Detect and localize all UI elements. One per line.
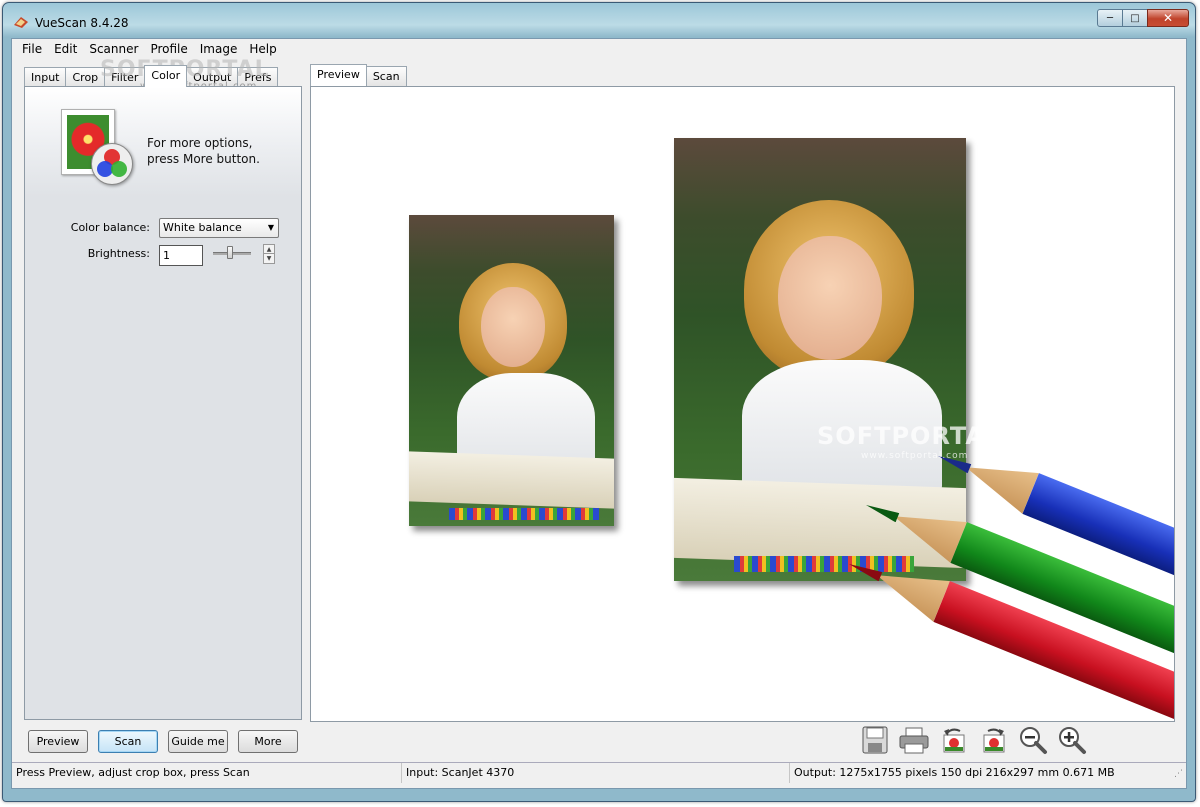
chevron-down-icon: ▼ [267,223,274,232]
color-balance-select[interactable]: White balance ▼ [159,218,279,238]
preview-button[interactable]: Preview [28,730,88,753]
zoom-in-icon[interactable] [1057,725,1087,755]
guide-me-button[interactable]: Guide me [168,730,228,753]
color-wheel-icon [91,143,133,185]
window-title: VueScan 8.4.28 [35,16,129,30]
menu-image[interactable]: Image [194,39,244,59]
status-output: Output: 1275x1755 pixels 150 dpi 216x297… [794,766,1115,779]
maximize-button[interactable]: □ [1122,9,1148,27]
view-tabs: Preview Scan [310,64,407,86]
app-icon [14,17,28,28]
rotate-left-icon[interactable] [939,725,969,755]
tab-input[interactable]: Input [24,67,67,87]
more-button[interactable]: More [238,730,298,753]
tab-preview[interactable]: Preview [310,64,367,86]
app-window: VueScan 8.4.28 ─ □ ✕ File Edit Scanner P… [2,2,1196,802]
color-balance-label: Color balance: [70,221,150,234]
minimize-icon: ─ [1106,12,1114,24]
resize-grip-icon[interactable]: ⋰ [1174,769,1183,779]
status-hint: Press Preview, adjust crop box, press Sc… [12,763,402,783]
minimize-button[interactable]: ─ [1097,9,1123,27]
menu-edit[interactable]: Edit [48,39,83,59]
menu-file[interactable]: File [16,39,48,59]
menu-help[interactable]: Help [243,39,282,59]
client-area: File Edit Scanner Profile Image Help Inp… [11,38,1187,789]
menu-bar: File Edit Scanner Profile Image Help [12,39,1186,59]
color-settings-panel: For more options, press More button. Col… [24,86,302,720]
brightness-spinner[interactable]: ▲ ▼ [263,244,275,264]
tab-color[interactable]: Color [144,65,188,87]
rotate-right-icon[interactable] [979,725,1009,755]
preview-area[interactable]: SOFTPORTAL www.softportal.com [310,86,1175,722]
preview-watermark-brand: SOFTPORTAL [817,422,1002,450]
brightness-label: Brightness: [87,247,150,260]
spin-down-icon[interactable]: ▼ [264,254,274,263]
brightness-input[interactable]: 1 [159,245,203,266]
zoom-out-icon[interactable] [1018,725,1048,755]
scan-button[interactable]: Scan [98,730,158,753]
color-balance-value: White balance [163,221,242,234]
status-input: Input: ScanJet 4370 [402,763,790,783]
spin-up-icon[interactable]: ▲ [264,245,274,254]
maximize-icon: □ [1130,12,1140,24]
status-bar: Press Preview, adjust crop box, press Sc… [12,762,1186,783]
print-icon[interactable] [899,725,929,755]
close-icon: ✕ [1162,11,1174,25]
menu-profile[interactable]: Profile [144,39,193,59]
menu-scanner[interactable]: Scanner [83,39,144,59]
close-button[interactable]: ✕ [1147,9,1189,27]
tab-scan[interactable]: Scan [365,66,407,86]
preview-watermark-url: www.softportal.com [861,451,969,461]
hint-text: For more options, press More button. [147,136,260,166]
preview-thumbnail [409,215,614,526]
save-icon[interactable] [860,725,890,755]
title-bar[interactable]: VueScan 8.4.28 ─ □ ✕ [3,3,1195,37]
brightness-slider-thumb[interactable] [227,246,233,259]
